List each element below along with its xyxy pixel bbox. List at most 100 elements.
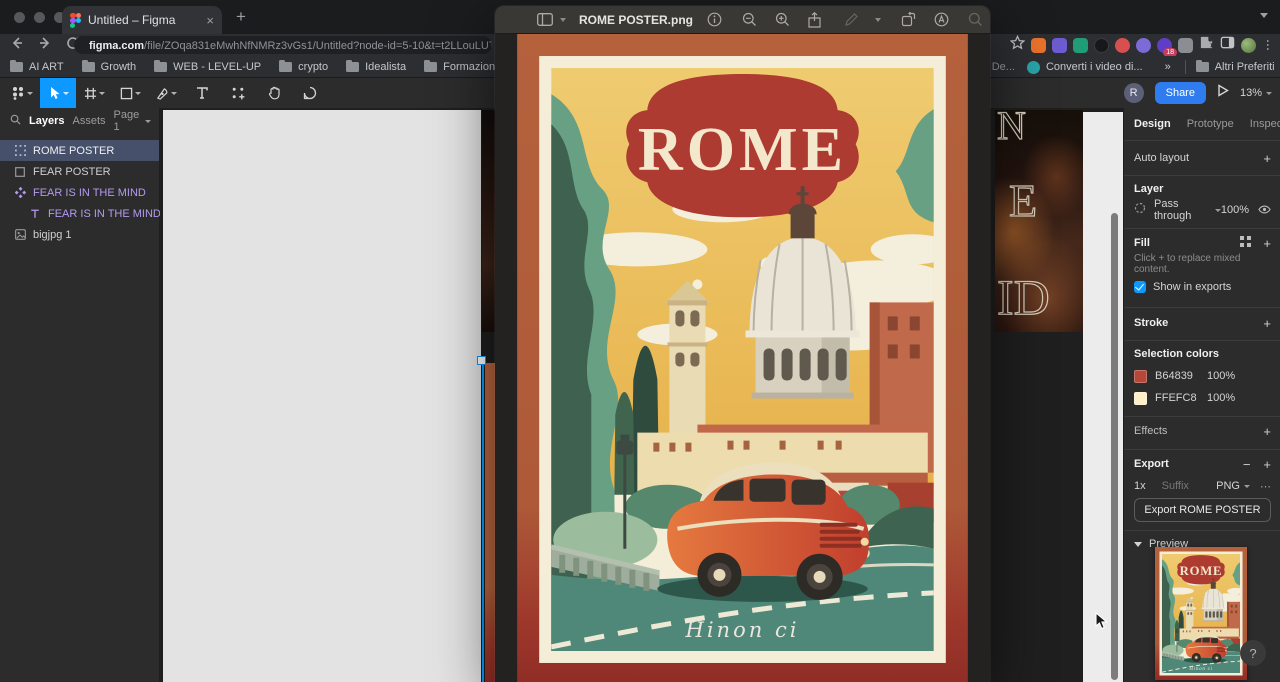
close-window-dot[interactable] [14,12,25,23]
extension-icon-purple[interactable] [1052,38,1067,53]
add-stroke-button[interactable]: + [1263,317,1271,330]
figma-main-menu[interactable] [4,78,40,108]
pen-tool[interactable] [148,78,184,108]
canvas-white-page[interactable] [163,110,481,682]
extension-icon-ghost[interactable] [1136,38,1151,53]
frame-tool[interactable] [76,78,112,108]
color-swatch[interactable] [1134,370,1147,383]
move-tool[interactable] [40,78,76,108]
user-avatar[interactable]: R [1124,83,1144,103]
sidebar-toggle-icon[interactable] [1220,35,1235,55]
selection-color-row[interactable]: FFEFC8 100% [1124,388,1280,408]
figma-topbar-right: R Share 13% [1124,82,1272,104]
bookmarks-overflow-icon[interactable]: » [1165,61,1171,73]
fear-poster-thumbnail[interactable]: N E ID [995,110,1083,332]
minimize-window-dot[interactable] [34,12,45,23]
extension-icon-red-key[interactable] [1115,38,1130,53]
share-icon[interactable] [808,12,821,28]
hand-tool[interactable] [256,78,292,108]
tab-layers[interactable]: Layers [29,115,64,127]
search-icon[interactable] [10,112,21,130]
browser-profile-avatar[interactable] [1241,38,1256,53]
comment-tool[interactable] [292,78,328,108]
layer-row-fear-text[interactable]: FEAR IS IN THE MIND [0,203,159,224]
selection-handle[interactable] [477,356,486,365]
share-button[interactable]: Share [1155,82,1206,104]
tab-title: Untitled – Figma [88,13,199,27]
shape-tool[interactable] [112,78,148,108]
bookmark-folder[interactable]: crypto [279,61,328,73]
export-scale[interactable]: 1x [1134,480,1146,492]
info-icon[interactable] [707,12,722,27]
zoom-out-icon[interactable] [742,12,757,27]
new-tab-button[interactable]: + [236,7,246,27]
text-tool[interactable] [184,78,220,108]
present-button[interactable] [1217,84,1229,102]
extension-icon-black[interactable] [1094,38,1109,53]
layer-row-rome-poster[interactable]: ROME POSTER [0,140,159,161]
preview-window[interactable]: ROME POSTER.png [495,6,990,682]
show-in-exports-row[interactable]: Show in exports [1124,277,1280,297]
sidebar-icon[interactable] [537,13,553,26]
add-auto-layout-button[interactable]: + [1263,152,1271,165]
bookmark-folder[interactable]: WEB - LEVEL-UP [154,61,261,73]
canvas-scrollbar[interactable] [1111,213,1118,680]
bookmark-folder[interactable]: Growth [82,61,136,73]
mixed-fill-icon[interactable] [1240,234,1251,252]
blend-mode-select[interactable]: Pass through [1154,198,1210,222]
fear-poster-left-edge[interactable] [482,110,496,332]
bookmark-converti[interactable]: Converti i video di... [1027,61,1143,74]
zoom-level[interactable]: 13% [1240,87,1272,99]
resources-tool[interactable] [220,78,256,108]
browser-tab[interactable]: Untitled – Figma × [62,6,222,34]
layer-opacity[interactable]: 100% [1221,204,1249,216]
tab-close-icon[interactable]: × [206,13,214,28]
markup-chevron-icon[interactable] [875,18,881,22]
extensions-puzzle-icon[interactable] [1199,35,1214,55]
url-bar[interactable]: figma.com/file/ZOqa831eMwhNfNMRz3vGs1/Un… [74,36,492,54]
page-selector[interactable]: Page 1 [114,109,152,133]
back-icon[interactable] [10,36,24,55]
markup-pen-icon[interactable] [844,12,859,27]
zoom-in-icon[interactable] [775,12,790,27]
visibility-eye-icon[interactable] [1258,201,1271,219]
chevron-down-icon[interactable] [560,18,566,22]
tab-overflow-chevron-icon[interactable] [1260,13,1268,18]
color-swatch[interactable] [1134,392,1147,405]
export-format-select[interactable]: PNG [1216,480,1240,492]
extension-icon-orange[interactable] [1031,38,1046,53]
tab-design[interactable]: Design [1134,118,1171,130]
bookmark-folder[interactable]: Formazione [424,61,501,73]
extension-icon-gray[interactable] [1178,38,1193,53]
tab-inspect[interactable]: Inspect [1250,118,1280,130]
layer-row-fear-poster[interactable]: FEAR POSTER [0,161,159,182]
extension-icon-cloud[interactable]: 18 [1157,38,1172,53]
bookmark-altri-preferiti[interactable]: Altri Preferiti [1196,61,1275,73]
export-suffix-input[interactable]: Suffix [1162,480,1189,492]
export-options-kebab-icon[interactable]: ⋯ [1260,480,1271,493]
add-effect-button[interactable]: + [1263,425,1271,438]
export-rome-poster-button[interactable]: Export ROME POSTER [1134,498,1271,522]
search-icon[interactable] [968,12,983,27]
help-button[interactable]: ? [1240,640,1266,666]
selection-color-row[interactable]: B64839 100% [1124,366,1280,386]
browser-menu-kebab-icon[interactable]: ⋯ [1261,39,1275,51]
remove-export-button[interactable]: − [1243,458,1251,471]
bookmark-star-icon[interactable] [1010,35,1025,55]
bookmark-folder[interactable]: Idealista [346,61,406,73]
blend-mode-icon[interactable] [1134,201,1146,219]
preview-titlebar[interactable]: ROME POSTER.png [495,6,990,34]
bookmark-folder[interactable]: AI ART [10,61,64,73]
forward-icon[interactable] [38,36,52,55]
extension-icon-green[interactable] [1073,38,1088,53]
tab-prototype[interactable]: Prototype [1187,118,1234,130]
add-fill-button[interactable]: + [1263,237,1271,250]
layer-row-fear-component[interactable]: FEAR IS IN THE MIND [0,182,159,203]
rotate-icon[interactable] [901,12,916,27]
checkbox-checked[interactable] [1134,281,1146,293]
annotate-icon[interactable] [934,12,949,27]
chevron-down-icon [1266,92,1272,95]
layer-row-bigjpg[interactable]: bigjpg 1 [0,224,159,245]
tab-assets[interactable]: Assets [72,115,105,127]
add-export-button[interactable]: + [1263,458,1271,471]
